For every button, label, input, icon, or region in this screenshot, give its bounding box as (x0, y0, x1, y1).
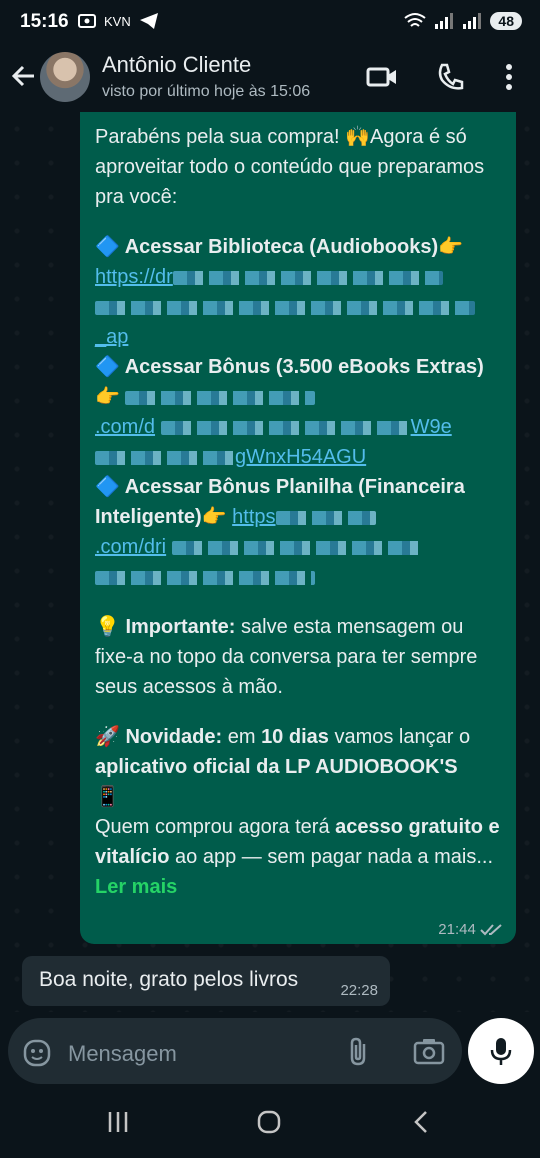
bonus-ebooks-link-end[interactable]: gWnxH54AGU (235, 446, 366, 468)
redacted-link-blur (160, 420, 411, 435)
home-icon[interactable] (257, 1110, 281, 1134)
mic-icon (490, 1038, 512, 1065)
library-access-label: 🔷 Acessar Biblioteca (Audiobooks)👉 (95, 236, 464, 258)
outgoing-message-bubble[interactable]: Parabéns pela sua compra! 🙌Agora é só ap… (80, 112, 516, 944)
novidade-label: 🚀 Novidade: (95, 726, 223, 748)
message-input[interactable] (66, 1040, 330, 1068)
library-link[interactable]: https://dr (95, 266, 173, 288)
signal-icon-2 (463, 13, 482, 29)
redacted-link-blur (275, 510, 376, 525)
incoming-timestamp: 22:28 (340, 982, 378, 999)
battery-level: 48 (490, 12, 522, 30)
incoming-message-text: Boa noite, grato pelos livros (39, 968, 299, 991)
incoming-message-bubble[interactable]: Boa noite, grato pelos livros 22:28 (22, 956, 390, 1006)
bonus-spreadsheet-link-mid[interactable]: .com/dri (95, 536, 166, 558)
emoji-sticker-icon[interactable] (22, 1038, 52, 1068)
telegram-icon (139, 13, 158, 29)
bonus-ebooks-link[interactable]: .com/d (95, 416, 155, 438)
novidade-days: 10 dias (261, 726, 329, 748)
redacted-link-blur (95, 450, 235, 465)
novidade-mid: vamos lançar o (334, 726, 471, 748)
message-intro: Parabéns pela sua compra! 🙌Agora é só ap… (95, 126, 485, 208)
system-indicators: 48 (404, 12, 522, 30)
redacted-link-blur (95, 300, 475, 315)
recent-apps-icon[interactable] (106, 1110, 130, 1134)
novidade-app: aplicativo oficial da LP AUDIOBOOK'S (95, 756, 458, 778)
buyers-post: ao app — sem pagar nada a mais... (175, 846, 494, 868)
camera-icon[interactable] (413, 1036, 445, 1066)
system-navigation-bar (0, 1092, 540, 1158)
status-bar: 15:16 KVN 48 (0, 0, 540, 46)
attach-icon[interactable] (346, 1036, 372, 1068)
novidade-text: em (227, 726, 256, 748)
redacted-link-blur (125, 390, 316, 405)
status-time: 15:16 (20, 11, 69, 32)
notification-icons: KVN (78, 12, 159, 30)
read-more-link[interactable]: Ler mais (95, 876, 177, 898)
phone-call-icon[interactable] (436, 62, 464, 92)
message-composer (8, 1018, 462, 1084)
kvn-icon: KVN (104, 13, 131, 29)
outgoing-meta: 21:44 (438, 921, 504, 938)
double-check-icon (480, 924, 502, 936)
signal-icon (435, 13, 454, 29)
screen-record-icon (78, 14, 96, 28)
buyers-text: Quem comprou agora terá (95, 816, 330, 838)
redacted-link-blur (171, 540, 422, 555)
bonus-ebooks-link-mid[interactable]: W9e (411, 416, 452, 438)
bonus-spreadsheet-link[interactable]: https (232, 506, 275, 528)
more-options-icon[interactable] (504, 62, 514, 92)
contact-name[interactable]: Antônio Cliente (102, 52, 251, 78)
back-arrow-icon[interactable] (10, 62, 38, 90)
outgoing-message-text: Parabéns pela sua compra! 🙌Agora é só ap… (95, 122, 505, 902)
back-icon[interactable] (410, 1110, 434, 1134)
redacted-link-blur (95, 570, 315, 585)
phone-emoji: 📱 (95, 786, 120, 808)
important-label: 💡 Importante: (95, 616, 236, 638)
wifi-icon (404, 13, 427, 27)
mic-button[interactable] (468, 1018, 534, 1084)
outgoing-timestamp: 21:44 (438, 921, 476, 938)
library-link-end[interactable]: _ap (95, 326, 128, 348)
redacted-link-blur (172, 270, 443, 285)
video-call-icon[interactable] (366, 62, 398, 92)
chat-header: Antônio Cliente visto por último hoje às… (0, 46, 540, 112)
last-seen-status: visto por último hoje às 15:06 (102, 83, 311, 100)
avatar[interactable] (40, 52, 90, 102)
